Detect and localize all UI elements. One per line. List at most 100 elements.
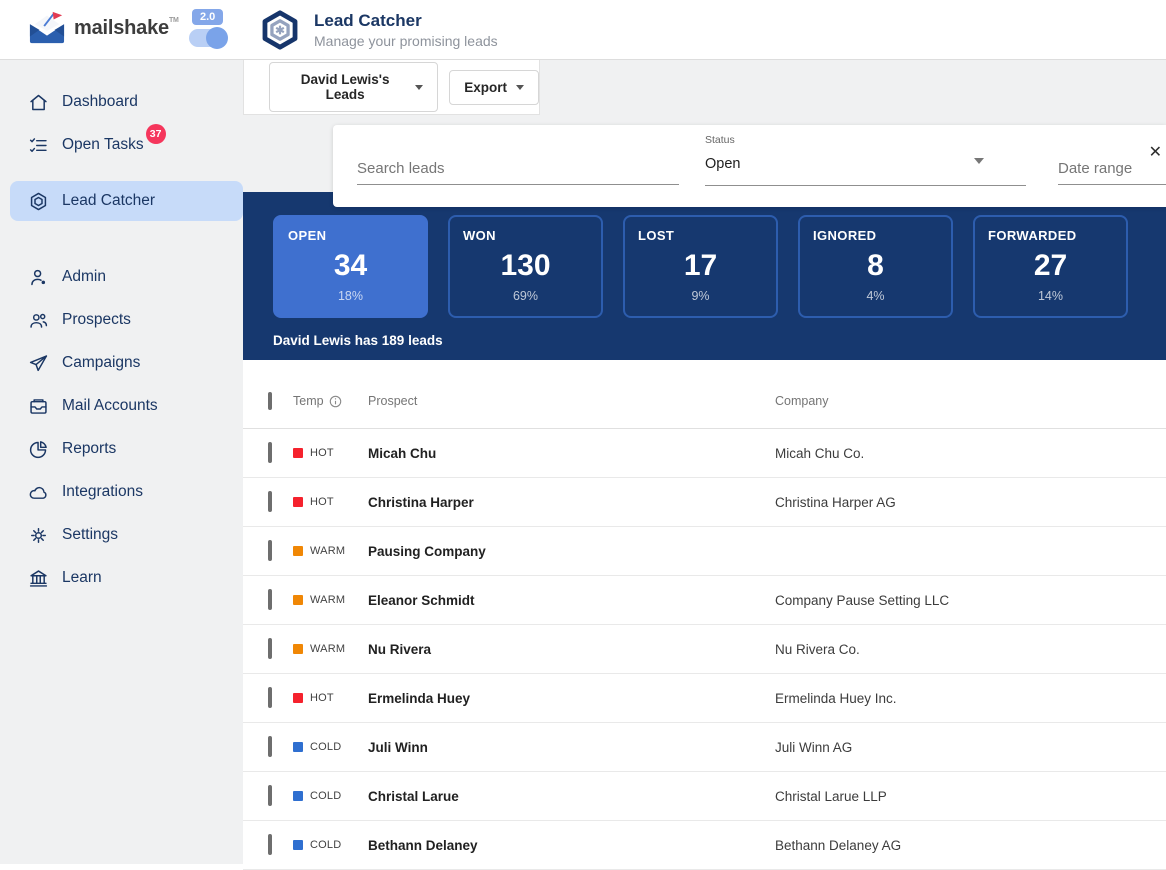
prospect-name[interactable]: Christal Larue	[368, 789, 775, 804]
temp-color-swatch	[293, 546, 303, 556]
temp-color-swatch	[293, 497, 303, 507]
sidebar-item-campaigns[interactable]: Campaigns	[10, 343, 243, 383]
sidebar-item-mail-accounts[interactable]: Mail Accounts	[10, 386, 243, 426]
version-toggle[interactable]	[189, 29, 227, 47]
company-name: Christal Larue LLP	[775, 789, 1166, 804]
sidebar-item-label: Campaigns	[62, 354, 140, 372]
stat-card-lost[interactable]: LOST 17 9%	[623, 215, 778, 318]
gear-icon	[28, 525, 49, 546]
prospect-name[interactable]: Bethann Delaney	[368, 838, 775, 853]
sidebar-item-prospects[interactable]: Prospects	[10, 300, 243, 340]
bank-icon	[28, 568, 49, 589]
stat-percent: 4%	[800, 289, 951, 303]
sidebar-item-lead-catcher[interactable]: Lead Catcher	[10, 181, 243, 221]
row-checkbox[interactable]	[268, 736, 272, 757]
info-icon[interactable]	[329, 395, 342, 408]
main-content: David Lewis's Leads Export Status Open ✕…	[243, 60, 1166, 864]
row-checkbox[interactable]	[268, 834, 272, 855]
sidebar-item-admin[interactable]: Admin	[10, 257, 243, 297]
sidebar-item-reports[interactable]: Reports	[10, 429, 243, 469]
company-name: Christina Harper AG	[775, 495, 1166, 510]
date-range-input[interactable]	[1058, 153, 1166, 185]
prospect-name[interactable]: Eleanor Schmidt	[368, 593, 775, 608]
table-row[interactable]: COLD Juli Winn Juli Winn AG	[243, 723, 1166, 772]
sidebar-item-label: Open Tasks 37	[62, 136, 144, 154]
stat-card-ignored[interactable]: IGNORED 8 4%	[798, 215, 953, 318]
mailshake-envelope-icon	[28, 10, 66, 46]
table-row[interactable]: WARM Pausing Company	[243, 527, 1166, 576]
table-row[interactable]: WARM Eleanor Schmidt Company Pause Setti…	[243, 576, 1166, 625]
temp-label: WARM	[310, 594, 345, 606]
prospect-name[interactable]: Ermelinda Huey	[368, 691, 775, 706]
table-header: Temp Prospect Company	[243, 360, 1166, 429]
search-input[interactable]	[357, 153, 679, 185]
sidebar-item-label: Integrations	[62, 483, 143, 501]
company-name: Nu Rivera Co.	[775, 642, 1166, 657]
status-label: Status	[705, 134, 1026, 146]
cloud-icon	[28, 482, 49, 503]
temp-label: HOT	[310, 447, 334, 459]
table-row[interactable]: HOT Ermelinda Huey Ermelinda Huey Inc.	[243, 674, 1166, 723]
table-row[interactable]: COLD Christal Larue Christal Larue LLP	[243, 772, 1166, 821]
send-icon	[28, 353, 49, 374]
pie-chart-icon	[28, 439, 49, 460]
sidebar-item-integrations[interactable]: Integrations	[10, 472, 243, 512]
sidebar-item-open-tasks[interactable]: Open Tasks 37	[10, 125, 243, 165]
chevron-down-icon	[415, 85, 423, 90]
company-name: Juli Winn AG	[775, 740, 1166, 755]
export-button[interactable]: Export	[449, 70, 539, 105]
stat-card-won[interactable]: WON 130 69%	[448, 215, 603, 318]
temp-label: WARM	[310, 545, 345, 557]
row-checkbox[interactable]	[268, 638, 272, 659]
stat-card-forwarded[interactable]: FORWARDED 27 14%	[973, 215, 1128, 318]
prospect-name[interactable]: Christina Harper	[368, 495, 775, 510]
sidebar-item-label: Prospects	[62, 311, 131, 329]
stat-percent: 14%	[975, 289, 1126, 303]
sidebar-item-label: Reports	[62, 440, 116, 458]
sidebar: Dashboard Open Tasks 37 Lead Catcher Adm…	[0, 60, 243, 864]
row-checkbox[interactable]	[268, 687, 272, 708]
table-row[interactable]: HOT Christina Harper Christina Harper AG	[243, 478, 1166, 527]
temp-label: WARM	[310, 643, 345, 655]
row-checkbox[interactable]	[268, 785, 272, 806]
mailshake-logo[interactable]: mailshakeTM 2.0	[28, 9, 227, 47]
chevron-down-icon	[974, 158, 984, 164]
leads-summary: David Lewis has 189 leads	[273, 333, 443, 348]
lead-catcher-hexagon-icon	[258, 7, 302, 53]
table-body: HOT Micah Chu Micah Chu Co. HOT Christin…	[243, 429, 1166, 870]
temp-label: COLD	[310, 741, 341, 753]
temp-color-swatch	[293, 595, 303, 605]
search-field	[357, 153, 679, 185]
stat-count: 8	[800, 249, 951, 283]
sidebar-item-label: Settings	[62, 526, 118, 544]
prospect-name[interactable]: Pausing Company	[368, 544, 775, 559]
prospect-name[interactable]: Micah Chu	[368, 446, 775, 461]
table-row[interactable]: WARM Nu Rivera Nu Rivera Co.	[243, 625, 1166, 674]
leads-owner-dropdown[interactable]: David Lewis's Leads	[269, 62, 438, 112]
table-row[interactable]: COLD Bethann Delaney Bethann Delaney AG	[243, 821, 1166, 870]
chevron-down-icon	[516, 85, 524, 90]
sidebar-item-settings[interactable]: Settings	[10, 515, 243, 555]
table-row[interactable]: HOT Micah Chu Micah Chu Co.	[243, 429, 1166, 478]
sidebar-item-dashboard[interactable]: Dashboard	[10, 82, 243, 122]
row-checkbox[interactable]	[268, 589, 272, 610]
people-icon	[28, 310, 49, 331]
temp-color-swatch	[293, 644, 303, 654]
hexagon-icon	[28, 191, 49, 212]
stats-band: OPEN 34 18% WON 130 69% LOST 17 9% IGNOR…	[243, 192, 1166, 360]
temp-color-swatch	[293, 840, 303, 850]
stat-percent: 69%	[450, 289, 601, 303]
prospect-name[interactable]: Juli Winn	[368, 740, 775, 755]
home-icon	[28, 92, 49, 113]
sidebar-item-learn[interactable]: Learn	[10, 558, 243, 598]
row-checkbox[interactable]	[268, 442, 272, 463]
prospect-name[interactable]: Nu Rivera	[368, 642, 775, 657]
app-header: mailshakeTM 2.0 Lead Catcher Manage your…	[0, 0, 1166, 60]
select-all-checkbox[interactable]	[268, 392, 272, 410]
stat-count: 27	[975, 249, 1126, 283]
row-checkbox[interactable]	[268, 491, 272, 512]
stat-card-open[interactable]: OPEN 34 18%	[273, 215, 428, 318]
row-checkbox[interactable]	[268, 540, 272, 561]
status-select[interactable]: Status Open	[705, 134, 1026, 186]
temp-label: HOT	[310, 496, 334, 508]
